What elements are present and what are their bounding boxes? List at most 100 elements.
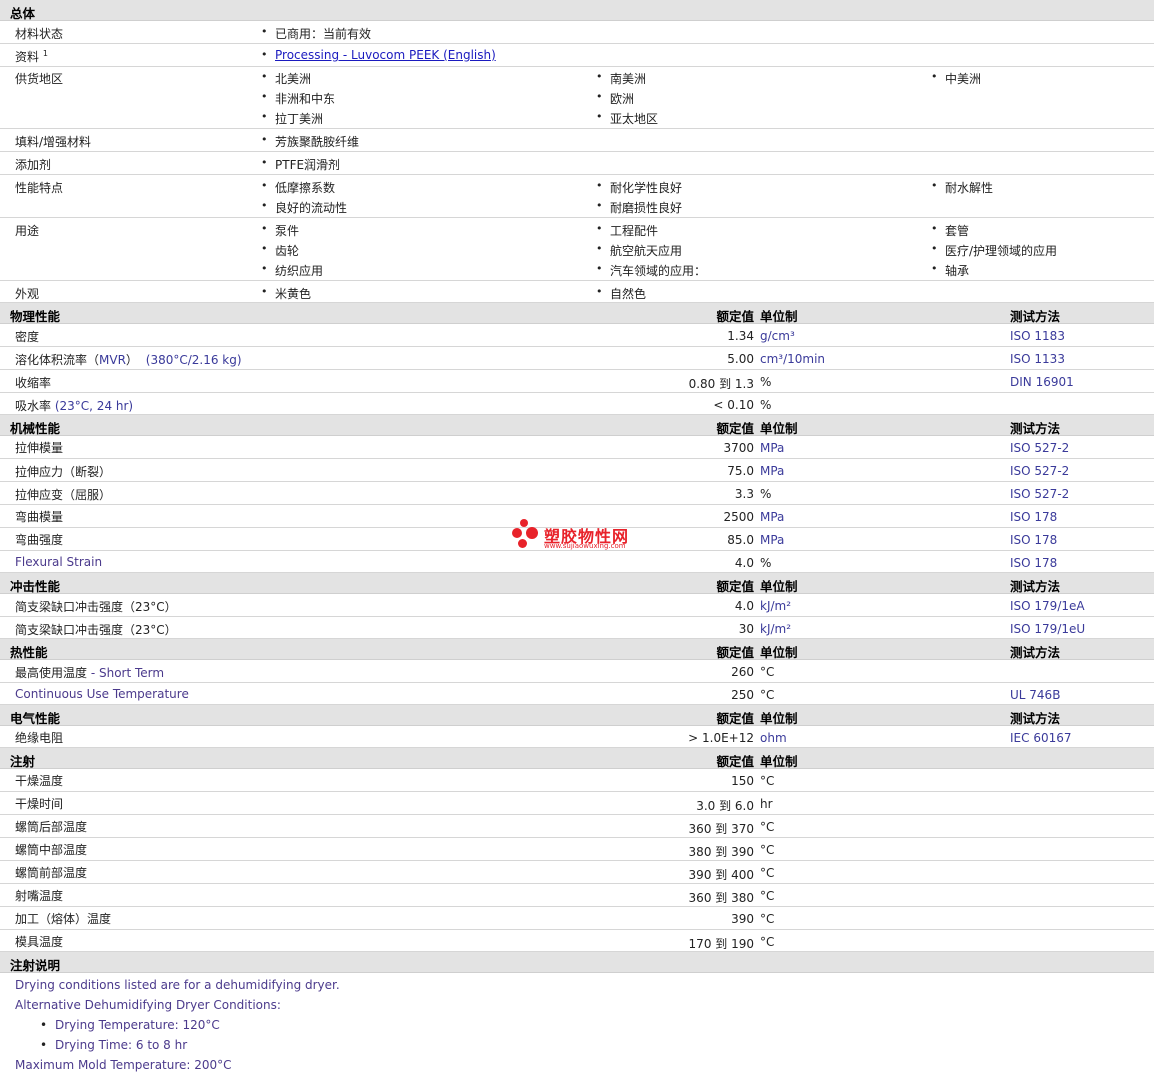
row-regions: 供货地区 北美洲 南美洲 中美洲 非洲和中东 欧洲 拉丁美洲 亚太地区 xyxy=(0,67,1154,129)
list-item: 南美洲 xyxy=(596,70,646,87)
property-value: < 0.10 xyxy=(713,398,754,412)
property-value: 170 到 190 xyxy=(688,937,754,951)
property-value: 30 xyxy=(738,622,754,636)
test-method: ISO 1133 xyxy=(1010,352,1065,366)
property-label: 吸水率 (23°C, 24 hr) xyxy=(15,399,134,413)
list-item: 非洲和中东 xyxy=(261,90,335,107)
test-method: IEC 60167 xyxy=(1010,731,1072,745)
table-row: 螺筒前部温度 390 到 400 °C xyxy=(0,861,1154,884)
property-unit: MPa xyxy=(760,533,785,547)
watermark-dot xyxy=(512,528,522,538)
test-method: ISO 527-2 xyxy=(1010,441,1070,455)
list-item: 耐化学性良好 xyxy=(596,179,682,196)
list-item: 欧洲 xyxy=(596,90,634,107)
section-header-electrical: 电气性能 额定值 单位制 测试方法 xyxy=(0,705,1154,726)
property-label: 干燥时间 xyxy=(15,797,64,811)
property-label: 简支梁缺口冲击强度（23°C） xyxy=(15,600,177,614)
label: 资料 1 xyxy=(15,49,48,64)
watermark-dot xyxy=(518,539,527,548)
list-item: 泵件 xyxy=(261,222,299,239)
row-additive: 添加剂 PTFE润滑剂 xyxy=(0,152,1154,175)
property-unit: % xyxy=(760,487,772,501)
section-header-injection-notes: 注射说明 xyxy=(0,952,1154,973)
property-unit: °C xyxy=(760,935,775,949)
property-unit: hr xyxy=(760,797,773,811)
property-label: 收缩率 xyxy=(15,376,52,390)
property-value: 3700 xyxy=(723,441,754,455)
test-method: ISO 178 xyxy=(1010,533,1058,547)
col-header-unit: 单位制 xyxy=(760,645,798,660)
table-row: 模具温度 170 到 190 °C xyxy=(0,930,1154,952)
section-header-impact: 冲击性能 额定值 单位制 测试方法 xyxy=(0,573,1154,594)
table-row: 绝缘电阻 > 1.0E+12 ohm IEC 60167 xyxy=(0,726,1154,748)
list-item: 拉丁美洲 xyxy=(261,110,323,127)
test-method: ISO 178 xyxy=(1010,510,1058,524)
value: 已商用：当前有效 xyxy=(261,25,371,42)
property-unit: MPa xyxy=(760,510,785,524)
table-row: 简支梁缺口冲击强度（23°C） 4.0 kJ/m² ISO 179/1eA xyxy=(0,594,1154,617)
property-value: 3.3 xyxy=(734,487,754,501)
property-unit: °C xyxy=(760,912,775,926)
property-unit: % xyxy=(760,375,772,389)
property-label: 溶化体积流率（MVR） (380°C/2.16 kg) xyxy=(15,353,242,367)
label: 外观 xyxy=(15,287,40,301)
section-header-mechanical: 机械性能 额定值 单位制 测试方法 xyxy=(0,415,1154,436)
property-label: 螺筒后部温度 xyxy=(15,820,88,834)
property-value: 390 到 400 xyxy=(688,868,754,882)
table-row: Continuous Use Temperature 250 °C UL 746… xyxy=(0,683,1154,705)
col-header-value: 额定值 xyxy=(716,579,754,594)
list-item: 米黄色 xyxy=(261,285,311,302)
row-appearance: 外观 米黄色 自然色 xyxy=(0,281,1154,303)
property-label: Continuous Use Temperature xyxy=(15,687,189,701)
property-unit: kJ/m² xyxy=(760,599,792,613)
watermark-url: www.sujiaowuxing.com xyxy=(544,542,626,550)
list-item: 耐磨损性良好 xyxy=(596,199,682,216)
property-value: 360 到 380 xyxy=(688,891,754,905)
table-row: 射嘴温度 360 到 380 °C xyxy=(0,884,1154,907)
table-row: 螺筒后部温度 360 到 370 °C xyxy=(0,815,1154,838)
list-item: 北美洲 xyxy=(261,70,311,87)
table-row: 最高使用温度 - Short Term 260 °C xyxy=(0,660,1154,683)
property-label: 绝缘电阻 xyxy=(15,731,64,745)
label: 添加剂 xyxy=(15,158,52,172)
table-row: 拉伸应力（断裂） 75.0 MPa ISO 527-2 xyxy=(0,459,1154,482)
property-value: 250 xyxy=(731,688,754,702)
col-header-method: 测试方法 xyxy=(1010,711,1061,726)
row-documents: 资料 1 Processing - Luvocom PEEK (English) xyxy=(0,44,1154,67)
table-row: 拉伸模量 3700 MPa ISO 527-2 xyxy=(0,436,1154,459)
property-label: 螺筒中部温度 xyxy=(15,843,88,857)
list-item: 低摩擦系数 xyxy=(261,179,335,196)
property-value: 75.0 xyxy=(727,464,754,478)
property-label: 弯曲模量 xyxy=(15,510,64,524)
property-label: 拉伸应力（断裂） xyxy=(15,465,112,479)
table-row: 密度 1.34 g/cm³ ISO 1183 xyxy=(0,324,1154,347)
property-value: 4.0 xyxy=(734,556,754,570)
section-title: 热性能 xyxy=(10,645,48,660)
doc-list-item: Processing - Luvocom PEEK (English) xyxy=(261,48,496,62)
section-header-thermal: 热性能 额定值 单位制 测试方法 xyxy=(0,639,1154,660)
test-method: ISO 1183 xyxy=(1010,329,1065,343)
col-header-unit: 单位制 xyxy=(760,309,798,324)
section-header-injection: 注射 额定值 单位制 xyxy=(0,748,1154,769)
col-header-unit: 单位制 xyxy=(760,579,798,594)
property-unit: % xyxy=(760,398,772,412)
table-row: 溶化体积流率（MVR） (380°C/2.16 kg) 5.00 cm³/10m… xyxy=(0,347,1154,370)
table-row: 干燥时间 3.0 到 6.0 hr xyxy=(0,792,1154,815)
property-label: 拉伸应变（屈服） xyxy=(15,488,112,502)
test-method: DIN 16901 xyxy=(1010,375,1074,389)
property-label: 射嘴温度 xyxy=(15,889,64,903)
list-item: 纺织应用 xyxy=(261,262,323,279)
property-value: 2500 xyxy=(723,510,754,524)
list-item: 工程配件 xyxy=(596,222,658,239)
col-header-value: 额定值 xyxy=(716,754,754,769)
note-bullet: Drying Temperature: 120°C xyxy=(40,1018,220,1032)
test-method: UL 746B xyxy=(1010,688,1061,702)
property-unit: MPa xyxy=(760,441,785,455)
table-row: 螺筒中部温度 380 到 390 °C xyxy=(0,838,1154,861)
processing-doc-link[interactable]: Processing - Luvocom PEEK (English) xyxy=(275,48,496,62)
section-title: 冲击性能 xyxy=(10,579,61,594)
col-header-value: 额定值 xyxy=(716,711,754,726)
property-unit: cm³/10min xyxy=(760,352,826,366)
property-value: 4.0 xyxy=(734,599,754,613)
property-value: 5.00 xyxy=(727,352,754,366)
